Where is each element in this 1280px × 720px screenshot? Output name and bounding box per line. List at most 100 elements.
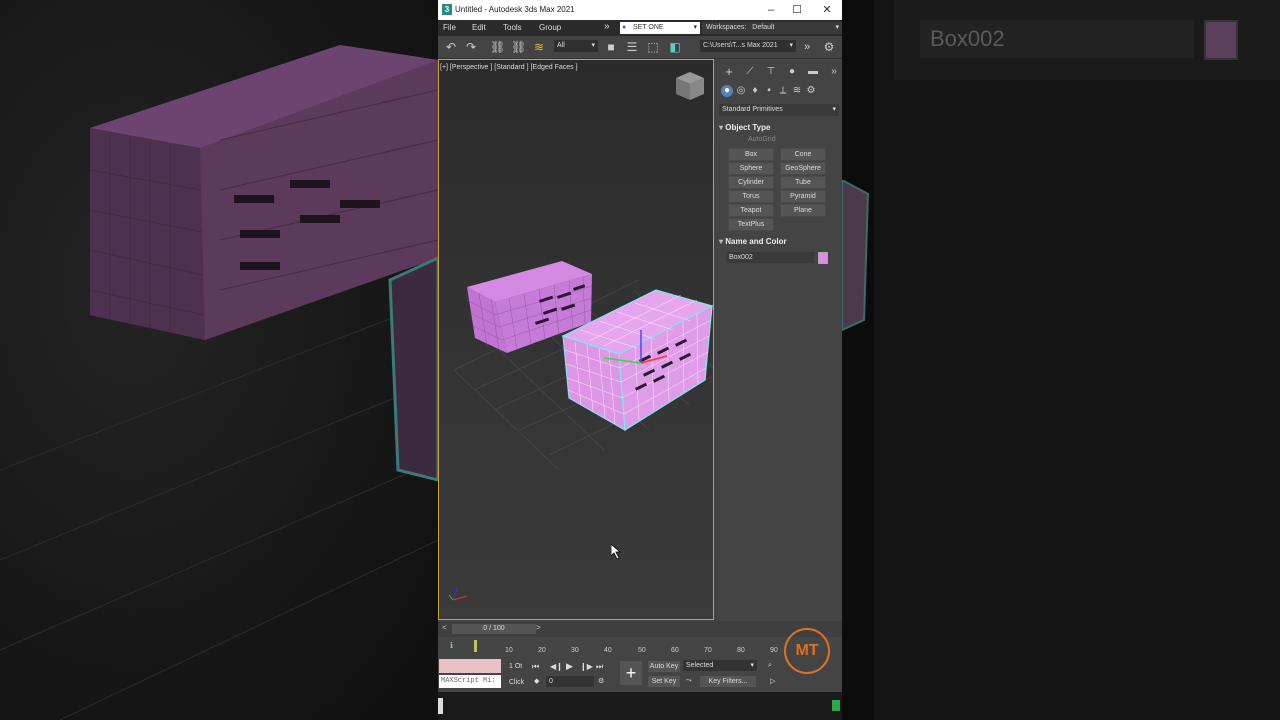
menu-tools[interactable]: Tools	[503, 23, 522, 32]
set-key-button[interactable]: Set Key	[648, 676, 680, 687]
primitive-category-dropdown[interactable]: Standard Primitives ▾	[719, 104, 839, 116]
next-frame-icon[interactable]: ❙▶	[580, 662, 593, 671]
track-tick-label: 30	[571, 647, 579, 654]
autogrid-checkbox[interactable]: AutoGrid	[748, 136, 776, 143]
bottom-controls: MAXScript Mi: 1 Ot Click ⏮ ◀❙ ▶ ❙▶ ⏭ ◆ 0…	[438, 657, 842, 692]
user-icon: ●	[622, 24, 627, 31]
time-slider-bar: < 0 / 100 >	[438, 621, 842, 637]
sphere-button[interactable]: Sphere	[728, 162, 774, 175]
motion-tab-icon[interactable]: ●	[786, 66, 798, 78]
selection-filter-dropdown[interactable]: All ▾	[554, 40, 598, 52]
time-next-chevron-icon[interactable]: >	[536, 623, 541, 632]
maxscript-listener-pink[interactable]	[439, 659, 501, 673]
lights-category-icon[interactable]: ♦	[749, 85, 761, 97]
box-button[interactable]: Box	[728, 148, 774, 161]
play-icon[interactable]: ▶	[566, 661, 573, 672]
project-path-dropdown[interactable]: C:\Users\T...s Max 2021 ▾	[700, 40, 796, 52]
track-bar[interactable]: ℹ 10 20 30 40 50 60 70 80 90	[438, 637, 842, 657]
cameras-category-icon[interactable]: ▪	[763, 85, 775, 97]
minimize-button[interactable]: –	[758, 2, 784, 18]
object-color-swatch[interactable]	[818, 252, 828, 264]
scene-render	[448, 72, 713, 601]
modify-tab-icon[interactable]: ⟋	[744, 66, 756, 78]
menu-group[interactable]: Group	[539, 23, 561, 32]
textplus-button[interactable]: TextPlus	[728, 218, 774, 231]
object-type-rollout-header[interactable]: ▾ Object Type	[719, 123, 839, 132]
background-blur-render	[0, 45, 438, 720]
go-to-start-icon[interactable]: ⏮	[532, 662, 539, 672]
zoom-icon[interactable]: ⌕	[768, 662, 772, 670]
current-frame-field[interactable]: 0	[546, 676, 594, 687]
prompt-label: Click	[509, 679, 525, 686]
key-filters-button[interactable]: Key Filters...	[700, 676, 756, 687]
add-key-plus-icon[interactable]: +	[620, 661, 642, 685]
hierarchy-tab-icon[interactable]: ⊤	[765, 66, 777, 78]
app-window: 3 Untitled - Autodesk 3ds Max 2021 – ☐ ✕…	[438, 0, 842, 720]
maxscript-mini-listener[interactable]: MAXScript Mi:	[439, 675, 501, 688]
window-crossing-icon[interactable]: ◧	[668, 40, 682, 54]
display-tab-icon[interactable]: ▬	[807, 66, 819, 78]
go-to-end-icon[interactable]: ⏭	[596, 662, 603, 672]
key-mode-icon[interactable]: ◆	[534, 677, 539, 685]
torus-button[interactable]: Torus	[728, 190, 774, 203]
main-toolbar: ↶ ↷ ⛓ ⛓ ≋ All ▾ ■ ☰ ⬚ ◧ C:\Users\T...s M…	[438, 36, 842, 59]
redo-icon[interactable]: ↷	[464, 40, 478, 54]
menu-more-chevron-icon[interactable]: »	[604, 21, 610, 32]
plane-button[interactable]: Plane	[780, 204, 826, 217]
rectangular-selection-icon[interactable]: ⬚	[646, 40, 660, 54]
pyramid-button[interactable]: Pyramid	[780, 190, 826, 203]
selection-set-dropdown[interactable]: SET ONE ▾ ●	[620, 22, 700, 34]
object-name-field[interactable]: Box002	[726, 252, 814, 263]
track-filter-icon[interactable]: ℹ	[450, 641, 453, 650]
more-tabs-chevron-icon[interactable]: »	[828, 66, 840, 78]
name-color-title: Name and Color	[725, 237, 787, 246]
shapes-category-icon[interactable]: ◎	[735, 85, 747, 97]
workspaces-dropdown[interactable]: Workspaces: Default ▾	[702, 22, 842, 34]
object-type-title: Object Type	[725, 123, 771, 132]
chevron-down-icon: ▾	[750, 662, 754, 669]
select-by-name-icon[interactable]: ☰	[625, 40, 639, 54]
unlink-icon[interactable]: ⛓	[511, 40, 526, 54]
create-tab-plus-icon[interactable]: +	[723, 65, 735, 78]
chevron-down-icon: ▾	[835, 24, 839, 31]
auto-key-button[interactable]: Auto Key	[648, 661, 680, 672]
perspective-viewport[interactable]: [+] [Perspective ] [Standard ] [Edged Fa…	[438, 59, 714, 620]
select-object-icon[interactable]: ■	[604, 40, 618, 54]
track-tick-label: 80	[737, 647, 745, 654]
helpers-category-icon[interactable]: ⟂	[777, 85, 789, 97]
track-tick-label: 40	[604, 647, 612, 654]
viewcube-icon[interactable]	[676, 72, 704, 100]
bind-space-warp-icon[interactable]: ≋	[532, 40, 546, 54]
link-icon[interactable]: ⛓	[490, 40, 505, 54]
close-button[interactable]: ✕	[814, 2, 840, 18]
previous-frame-icon[interactable]: ◀❙	[550, 662, 563, 671]
spacewarps-category-icon[interactable]: ≋	[791, 85, 803, 97]
toolbar-more-chevron-icon[interactable]: »	[800, 40, 814, 54]
world-axis-tripod-icon	[448, 587, 468, 601]
track-tick-label: 10	[505, 647, 513, 654]
track-tick-label: 50	[638, 647, 646, 654]
tube-button[interactable]: Tube	[780, 176, 826, 189]
chevron-down-icon: ▾	[832, 106, 836, 113]
key-tangents-icon[interactable]: ⤳	[686, 677, 692, 685]
cone-button[interactable]: Cone	[780, 148, 826, 161]
systems-category-icon[interactable]: ⚙	[805, 85, 817, 97]
render-setup-icon[interactable]: ⚙	[822, 40, 836, 54]
geometry-category-icon[interactable]: ●	[721, 85, 733, 97]
key-selection-dropdown[interactable]: Selected ▾	[683, 660, 757, 671]
menu-edit[interactable]: Edit	[472, 23, 486, 32]
time-marker[interactable]	[474, 640, 477, 652]
maximize-button[interactable]: ☐	[784, 2, 810, 18]
time-prev-chevron-icon[interactable]: <	[442, 623, 447, 632]
time-slider[interactable]: 0 / 100	[452, 624, 536, 634]
geosphere-button[interactable]: GeoSphere	[780, 162, 826, 175]
field-of-view-icon[interactable]: ▷	[770, 677, 775, 685]
name-color-rollout-header[interactable]: ▾ Name and Color	[719, 237, 839, 246]
time-config-icon[interactable]: ⚙	[598, 677, 604, 685]
status-indicator-icon	[832, 700, 840, 711]
undo-icon[interactable]: ↶	[444, 40, 458, 54]
menu-file[interactable]: File	[443, 23, 456, 32]
window-title: Untitled - Autodesk 3ds Max 2021	[455, 5, 575, 14]
teapot-button[interactable]: Teapot	[728, 204, 774, 217]
cylinder-button[interactable]: Cylinder	[728, 176, 774, 189]
